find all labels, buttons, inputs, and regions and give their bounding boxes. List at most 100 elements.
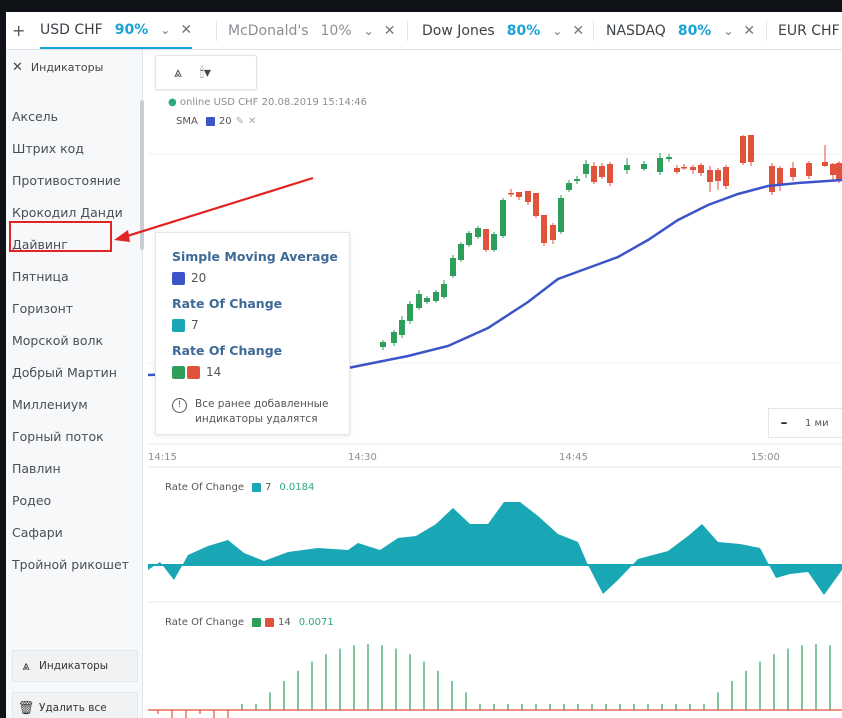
tab-name: NASDAQ (606, 22, 666, 39)
tooltip-note: ! Все ранее добавленные индикаторы удаля… (172, 397, 345, 427)
online-status: ● online USD CHF 20.08.2019 15:14:46 (168, 97, 367, 108)
close-icon[interactable]: ✕ (248, 116, 256, 127)
tooltip-value-roc2: 14 (172, 365, 221, 379)
sidebar-item-millenium[interactable]: Миллениум (12, 397, 88, 412)
candle-body (806, 163, 812, 176)
sidebar-item-dobryi-martin[interactable]: Добрый Мартин (12, 365, 117, 380)
candle-body (624, 165, 630, 170)
tab-name: EUR CHF (778, 22, 840, 39)
close-icon[interactable]: ✕ (743, 23, 755, 39)
time-label: 15:00 (751, 452, 780, 463)
roc1-legend: Rate Of Change 7 0.0184 (165, 482, 314, 493)
sidebar-item-troinoi-rikoshet[interactable]: Тройной рикошет (12, 557, 129, 572)
candle-body (458, 244, 464, 260)
zoom-out-button[interactable]: – (769, 415, 799, 431)
roc2-value: 0.0071 (298, 617, 334, 628)
candle-body (466, 233, 472, 245)
candle-body (566, 183, 572, 190)
delete-all-button[interactable]: 🗑︎ Удалить все (12, 692, 138, 718)
tab-usd-chf[interactable]: USD CHF 90% ⌄ ✕ (40, 12, 193, 49)
candle-body (500, 200, 506, 236)
candle-body (424, 298, 430, 302)
sma-label: SMA (176, 116, 198, 127)
candle-body (822, 162, 828, 166)
sidebar-item-aksel[interactable]: Аксель (12, 109, 58, 124)
sidebar-item-gornyi-potok[interactable]: Горный поток (12, 429, 104, 444)
sidebar-item-protivostoyanie[interactable]: Противостояние (12, 173, 121, 188)
candle-body (475, 228, 481, 237)
candle-body (830, 164, 836, 175)
delete-all-button-label: Удалить все (39, 702, 107, 714)
candle-body (525, 191, 531, 202)
tooltip-val2: 7 (191, 318, 199, 332)
candle-body (491, 234, 497, 250)
candle-type-icon[interactable]: 🕯︎▾ (200, 65, 211, 81)
roc1-period: 7 (264, 482, 272, 493)
tab-percent: 80% (506, 22, 541, 39)
chevron-down-icon[interactable]: ⌄ (552, 24, 562, 38)
candle-body (591, 166, 597, 182)
candle-body (674, 168, 680, 172)
time-label: 14:15 (148, 452, 177, 463)
candle-body (790, 168, 796, 177)
tab-mcdonalds[interactable]: McDonald's 10% ⌄ ✕ (228, 12, 395, 49)
close-icon[interactable]: ✕ (12, 60, 23, 75)
screen: + USD CHF 90% ⌄ ✕ McDonald's 10% ⌄ ✕ Dow… (0, 0, 842, 718)
sidebar-item-gorizont[interactable]: Горизонт (12, 301, 73, 316)
chevron-down-icon[interactable]: ⌄ (364, 24, 374, 38)
candle-body (433, 292, 439, 301)
tab-dow-jones[interactable]: Dow Jones 80% ⌄ ✕ (422, 12, 584, 49)
candle-body (380, 342, 386, 347)
roc7-area (148, 502, 842, 595)
indicators-button[interactable]: ⩓ Индикаторы (12, 650, 138, 682)
indicator-tooltip: Simple Moving Average 20 Rate Of Change … (155, 232, 350, 435)
chart-area[interactable]: ⩓ 🕯︎▾ ● online USD CHF 20.08.2019 15:14:… (148, 50, 842, 718)
sma-color (205, 117, 215, 126)
candle-body (715, 170, 721, 181)
tooltip-val3: 14 (206, 365, 222, 379)
tooltip-title-roc1: Rate Of Change (172, 296, 283, 311)
trading-window: + USD CHF 90% ⌄ ✕ McDonald's 10% ⌄ ✕ Dow… (6, 12, 842, 718)
tooltip-note-text: Все ранее добавленные индикаторы удалятс… (195, 398, 329, 425)
sidebar-item-pyatnitsa[interactable]: Пятница (12, 269, 69, 284)
close-icon[interactable]: ✕ (180, 22, 192, 38)
roc2-label: Rate Of Change (165, 617, 244, 628)
candle-body (657, 158, 663, 172)
sidebar-item-shtrih-kod[interactable]: Штрих код (12, 141, 84, 156)
sidebar-item-morskoi-volk[interactable]: Морской волк (12, 333, 103, 348)
sidebar-item-pavlin[interactable]: Павлин (12, 461, 61, 476)
compass-icon[interactable]: ⩓ (174, 65, 182, 81)
add-tab-button[interactable]: + (12, 21, 25, 40)
chevron-down-icon[interactable]: ⌄ (723, 24, 733, 38)
tooltip-val1: 20 (191, 271, 207, 285)
tab-nasdaq[interactable]: NASDAQ 80% ⌄ ✕ (606, 12, 755, 49)
candle-body (690, 167, 696, 170)
pencil-icon[interactable]: ✎ (236, 116, 244, 127)
sidebar-item-krokodil-dandi[interactable]: Крокодил Данди (12, 205, 123, 220)
sma-legend: SMA 20 ✎ ✕ (176, 116, 256, 127)
candle-body (607, 164, 613, 183)
close-icon[interactable]: ✕ (572, 23, 584, 39)
tab-percent: 10% (320, 22, 352, 39)
candle-body (599, 166, 605, 177)
candle-body (777, 168, 783, 185)
chart-toolbox: ⩓ 🕯︎▾ (155, 55, 257, 90)
candle-body (399, 320, 405, 335)
candle-body (666, 157, 672, 159)
chevron-down-icon[interactable]: ⌄ (160, 23, 170, 37)
sidebar-item-rodeo[interactable]: Родео (12, 493, 51, 508)
indicators-sidebar: ✕ Индикаторы Аксель Штрих код Противосто… (6, 50, 144, 718)
tab-name: USD CHF (40, 21, 103, 38)
roc2-period: 14 (277, 617, 291, 628)
candle-body (541, 215, 547, 243)
candle-body (533, 193, 539, 216)
zoom-label: 1 ми (805, 417, 829, 429)
tab-eur-chf[interactable]: EUR CHF (778, 12, 840, 49)
sidebar-scrollbar[interactable] (140, 100, 144, 250)
candle-body (641, 164, 647, 169)
candle-body (740, 136, 746, 163)
sidebar-item-safari[interactable]: Сафари (12, 525, 63, 540)
sma-period: 20 (218, 116, 232, 127)
close-icon[interactable]: ✕ (384, 23, 396, 39)
tooltip-title-sma: Simple Moving Average (172, 249, 338, 264)
